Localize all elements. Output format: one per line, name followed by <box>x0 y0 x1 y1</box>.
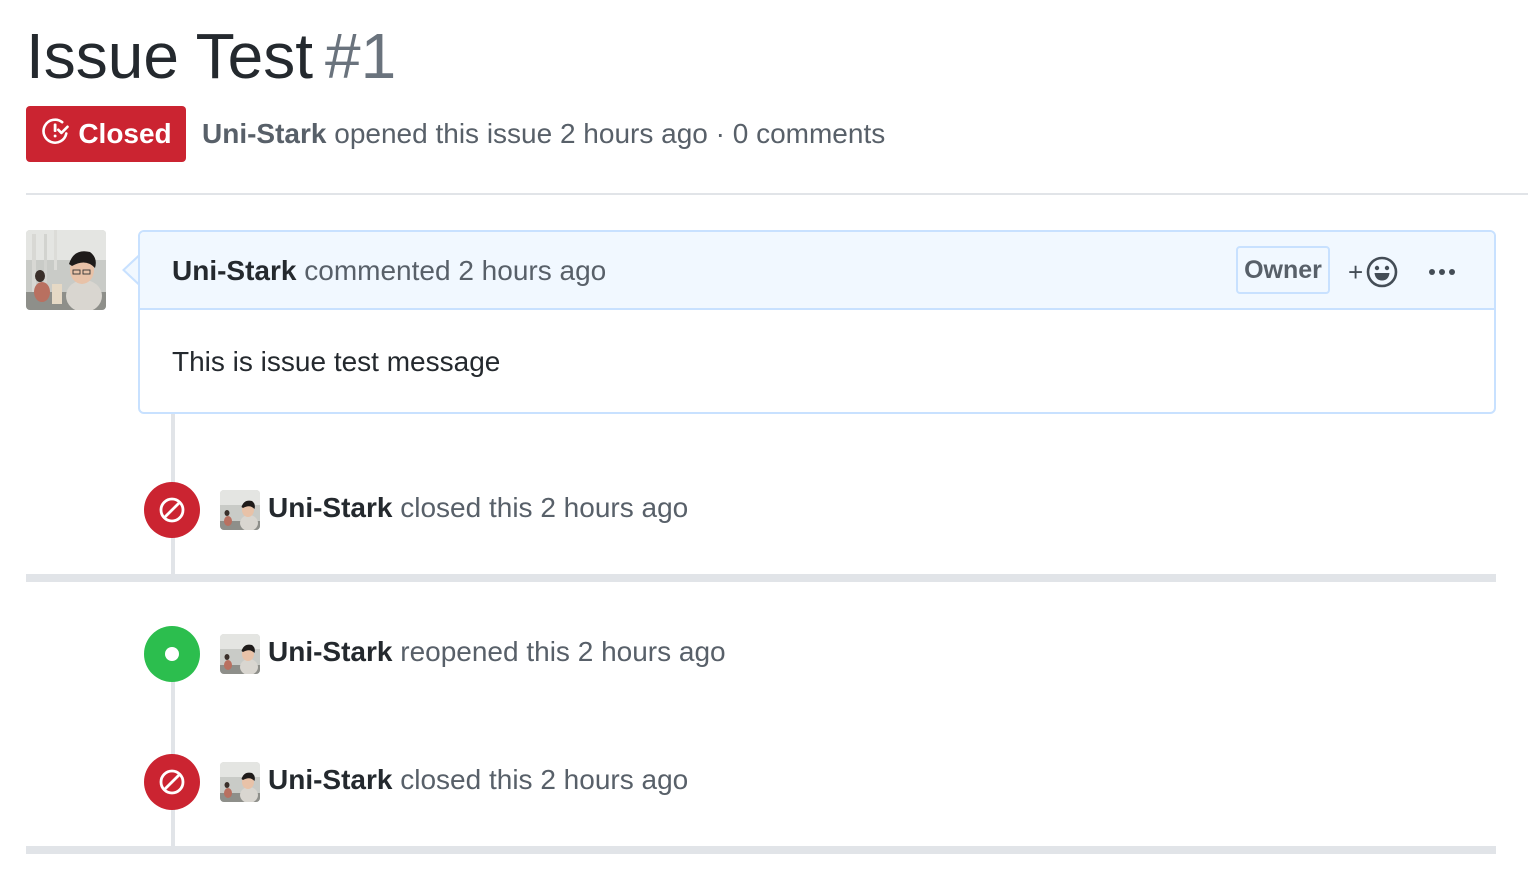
event-author-link[interactable]: Uni-Stark <box>268 492 392 523</box>
comment-header: Uni-Stark commented 2 hours ago Owner + <box>140 232 1494 310</box>
closed-event-text: Uni-Stark closed this 2 hours ago <box>268 490 688 526</box>
reopened-event-badge <box>144 626 200 682</box>
event-description: closed this 2 hours ago <box>400 492 689 523</box>
timeline-divider <box>26 574 1496 582</box>
issue-state-label: Closed <box>78 118 172 149</box>
closed-event-badge <box>144 754 200 810</box>
add-reaction-button[interactable]: + <box>1348 252 1410 292</box>
issue-state-badge: Closed <box>26 106 186 162</box>
event-actor-avatar[interactable] <box>220 634 260 674</box>
primitive-dot-icon <box>165 647 179 661</box>
event-actor-avatar[interactable] <box>220 762 260 802</box>
issue-author-link[interactable]: Uni-Stark <box>202 118 326 149</box>
comment-author-link[interactable]: Uni-Stark <box>172 255 296 286</box>
issue-number: #1 <box>324 20 397 92</box>
comment-more-button[interactable] <box>1426 252 1458 292</box>
comment-author-avatar[interactable] <box>26 230 106 310</box>
reopened-event-text: Uni-Stark reopened this 2 hours ago <box>268 634 726 670</box>
closed-event-badge <box>144 482 200 538</box>
comment-box: Uni-Stark commented 2 hours ago Owner + … <box>138 230 1496 414</box>
event-author-link[interactable]: Uni-Stark <box>268 764 392 795</box>
event-description: closed this 2 hours ago <box>400 764 689 795</box>
issue-closed-icon <box>40 116 70 153</box>
closed-event-text: Uni-Stark closed this 2 hours ago <box>268 762 688 798</box>
issue-title: Issue Test #1 <box>26 20 396 92</box>
comment-body: This is issue test message <box>172 346 501 377</box>
issue-meta: Uni-Stark opened this issue 2 hours ago … <box>202 116 885 152</box>
circle-slash-icon <box>159 769 185 795</box>
issue-meta-text: opened this issue 2 hours ago · 0 commen… <box>334 118 886 149</box>
smiley-icon <box>1366 256 1398 288</box>
owner-badge: Owner <box>1236 246 1330 294</box>
kebab-horizontal-icon <box>1429 269 1455 275</box>
issue-title-text: Issue Test <box>26 20 313 92</box>
comment-author-line: Uni-Stark commented 2 hours ago <box>172 252 606 290</box>
event-actor-avatar[interactable] <box>220 490 260 530</box>
event-author-link[interactable]: Uni-Stark <box>268 636 392 667</box>
event-description: reopened this 2 hours ago <box>400 636 726 667</box>
header-divider <box>26 193 1528 195</box>
timeline-divider <box>26 846 1496 854</box>
plus-icon: + <box>1348 257 1364 287</box>
comment-timestamp-link[interactable]: commented 2 hours ago <box>304 255 606 286</box>
circle-slash-icon <box>159 497 185 523</box>
